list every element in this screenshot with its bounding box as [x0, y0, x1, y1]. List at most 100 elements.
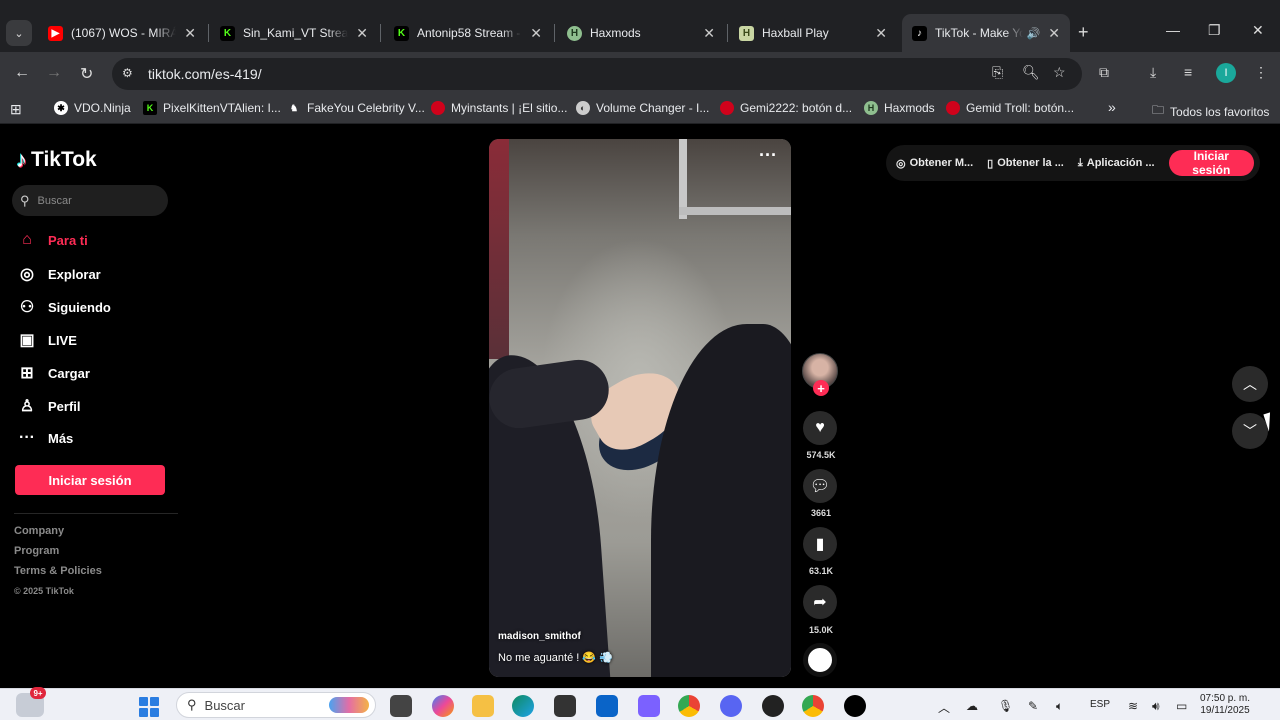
start-button[interactable] — [139, 697, 159, 717]
nav-explorar[interactable]: ◎ Explorar — [18, 264, 101, 284]
volume-icon[interactable]: 🔈︎ — [1056, 699, 1063, 714]
app-icon[interactable] — [638, 695, 660, 717]
tiktok-app-icon[interactable] — [844, 695, 866, 717]
site-info-icon[interactable]: ⚙ — [122, 66, 138, 82]
mic-icon[interactable]: 🎙︎ — [998, 699, 1013, 713]
tab-haxball[interactable]: H Haxball Play ✕ — [729, 14, 897, 52]
footer-company-link[interactable]: Company — [14, 525, 64, 537]
tray-overflow-icon[interactable]: ︿ — [938, 699, 950, 716]
video-player[interactable]: ··· madison_smithof No me aguanté ! 😂 💨 — [489, 139, 791, 677]
get-app-link[interactable]: ▯ Obtener la ... — [987, 157, 1064, 170]
menu-icon[interactable]: ⋮ — [1254, 64, 1268, 81]
minimize-icon[interactable]: — — [1166, 22, 1180, 38]
download-icon[interactable]: ⤓ — [1150, 64, 1156, 81]
chrome-icon[interactable] — [678, 695, 700, 717]
tab-youtube[interactable]: ▶ (1067) WOS - MIRÁ N ✕ — [38, 14, 206, 52]
close-icon[interactable]: ✕ — [530, 25, 542, 42]
chrome-profile-icon[interactable] — [802, 695, 824, 717]
all-bookmarks-folder[interactable]: 🗀 Todos los favoritos — [1152, 101, 1269, 122]
bookmark-fakeyou[interactable]: ♞ FakeYou Celebrity V... — [287, 101, 425, 115]
discord-icon[interactable] — [720, 695, 742, 717]
tab-kick-antonip58[interactable]: K Antonip58 Stream - V ✕ — [384, 14, 552, 52]
bookmark-pixelkitten[interactable]: K PixelKittenVTAlien: I... — [143, 101, 281, 115]
pen-icon[interactable]: ✎ — [1028, 699, 1038, 713]
zoom-icon[interactable]: 🔍︎ — [1022, 64, 1040, 81]
address-bar[interactable]: ⚙ tiktok.com/es-419/ — [112, 58, 1082, 90]
bookmark-myinstants[interactable]: Myinstants | ¡El sitio... — [431, 101, 567, 115]
like-button[interactable]: ♥ — [803, 411, 837, 445]
following-icon: ⚇ — [19, 299, 35, 316]
search-input[interactable] — [37, 194, 148, 207]
cloud-icon[interactable]: ☁ — [966, 699, 978, 713]
edge-icon[interactable] — [512, 695, 534, 717]
url-text[interactable]: tiktok.com/es-419/ — [148, 66, 262, 82]
video-author[interactable]: madison_smithof — [498, 631, 581, 642]
back-icon[interactable]: ← — [14, 64, 30, 82]
tab-kick-sin-kami[interactable]: K Sin_Kami_VT Stream ✕ — [210, 14, 378, 52]
copilot-icon[interactable] — [432, 695, 454, 717]
next-video-button[interactable]: ﹀ — [1232, 413, 1268, 449]
restore-icon[interactable]: ❐ — [1208, 22, 1221, 39]
desktop-app-link[interactable]: ⤓ Aplicación ... — [1078, 157, 1155, 170]
footer-terms-link[interactable]: Terms & Policies — [14, 565, 102, 577]
get-coins-link[interactable]: ◎ Obtener M... — [896, 157, 973, 170]
close-icon[interactable]: ✕ — [703, 25, 715, 42]
comment-button[interactable]: 💬︎ — [803, 469, 837, 503]
nav-siguiendo[interactable]: ⚇ Siguiendo — [18, 297, 111, 317]
close-icon[interactable]: ✕ — [875, 25, 887, 42]
taskbar-search[interactable]: ⚲ — [176, 692, 376, 718]
nav-cargar[interactable]: ⊞ Cargar — [18, 363, 90, 383]
bookmark-star-icon[interactable]: ☆ — [1053, 64, 1066, 81]
battery-icon[interactable]: ▭ — [1176, 699, 1187, 713]
nav-mas[interactable]: ··· Más — [18, 429, 73, 447]
sound-disc-icon[interactable] — [803, 643, 837, 677]
wifi-icon[interactable]: ≋ — [1128, 699, 1138, 713]
close-icon[interactable]: ✕ — [356, 25, 368, 42]
language-indicator[interactable]: ESP — [1090, 699, 1110, 710]
bookmark-haxmods[interactable]: H Haxmods — [864, 101, 935, 115]
tab-search-button[interactable]: ⌄ — [6, 20, 32, 46]
haxmods-icon: H — [864, 101, 878, 115]
nav-perfil[interactable]: ♙ Perfil — [18, 396, 81, 416]
speaker-icon[interactable]: 🔊︎ — [1152, 699, 1160, 714]
extensions-icon[interactable]: ⧉ — [1099, 64, 1109, 81]
store-icon[interactable] — [554, 695, 576, 717]
volume-changer-icon: ◐ — [576, 101, 590, 115]
reload-icon[interactable]: ↻ — [80, 64, 93, 84]
window-close-icon[interactable]: ✕ — [1252, 22, 1264, 39]
file-explorer-icon[interactable] — [472, 695, 494, 717]
tab-tiktok[interactable]: ♪ TikTok - Make Yo 🔊 ✕ — [902, 14, 1070, 52]
profile-avatar[interactable]: I — [1216, 63, 1236, 83]
forward-icon[interactable]: → — [46, 64, 62, 82]
bookmark-vdo-ninja[interactable]: ✱ VDO.Ninja — [54, 101, 131, 115]
sidebar-login-button[interactable]: Iniciar sesión — [15, 465, 165, 495]
taskbar-search-input[interactable] — [204, 697, 305, 713]
outlook-icon[interactable] — [596, 695, 618, 717]
install-app-icon[interactable]: ⎘ — [992, 64, 1003, 81]
task-view-icon[interactable] — [390, 695, 412, 717]
follow-plus-icon[interactable]: + — [813, 380, 829, 396]
video-more-button[interactable]: ··· — [759, 145, 777, 166]
share-button[interactable]: ➦ — [803, 585, 837, 619]
speaker-icon[interactable]: 🔊 — [1027, 27, 1041, 40]
apps-grid-icon[interactable]: ⊞ — [10, 101, 22, 118]
bookmark-volume-changer[interactable]: ◐ Volume Changer - I... — [576, 101, 709, 115]
close-icon[interactable]: ✕ — [184, 25, 196, 42]
tab-haxmods[interactable]: H Haxmods ✕ — [557, 14, 725, 52]
top-login-button[interactable]: Iniciar sesión — [1168, 149, 1254, 177]
footer-program-link[interactable]: Program — [14, 545, 59, 557]
obs-icon[interactable] — [762, 695, 784, 717]
save-button[interactable]: ▮ — [803, 527, 837, 561]
bookmark-gemid-troll[interactable]: Gemid Troll: botón... — [946, 101, 1074, 115]
new-tab-button[interactable]: + — [1078, 22, 1089, 43]
bookmarks-overflow-button[interactable]: » — [1108, 99, 1116, 115]
search-box[interactable]: ⚲ — [12, 185, 168, 216]
bookmark-gemi2222[interactable]: Gemi2222: botón d... — [720, 101, 852, 115]
nav-live[interactable]: ▣ LIVE — [18, 330, 76, 350]
close-icon[interactable]: ✕ — [1048, 25, 1060, 42]
media-control-icon[interactable]: ≡ — [1184, 64, 1192, 80]
previous-video-button[interactable]: ︿ — [1232, 366, 1268, 402]
nav-para-ti[interactable]: ⌂ Para ti — [18, 231, 88, 249]
clock[interactable]: 07:50 p. m. 19/11/2025 — [1200, 693, 1250, 717]
tiktok-logo[interactable]: ♪ TikTok — [16, 147, 97, 173]
